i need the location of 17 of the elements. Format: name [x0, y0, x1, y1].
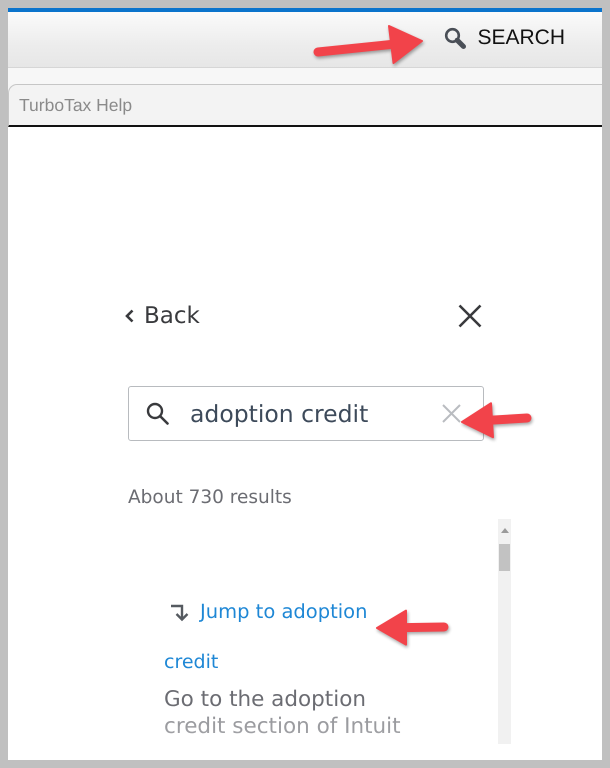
- result-count: About 730 results: [128, 487, 292, 509]
- search-field[interactable]: adoption credit: [128, 386, 484, 441]
- back-button[interactable]: Back: [125, 303, 200, 329]
- clear-icon[interactable]: [442, 404, 461, 423]
- scrollbar-track[interactable]: [498, 519, 511, 744]
- close-icon[interactable]: [458, 304, 482, 328]
- result-title-link[interactable]: credit: [164, 650, 218, 674]
- panel-title: TurboTax Help: [19, 94, 132, 116]
- scroll-up-icon[interactable]: [500, 528, 508, 533]
- search-button[interactable]: SEARCH: [441, 24, 568, 52]
- result-snippet: Go to the adoption credit section of Intuit: [164, 686, 402, 740]
- turn-down-arrow-icon: [170, 602, 190, 622]
- chevron-left-icon: [125, 309, 134, 323]
- jump-link[interactable]: Jump to adoption: [170, 600, 368, 624]
- search-icon: [444, 26, 466, 48]
- scrollbar-thumb[interactable]: [499, 544, 510, 571]
- search-icon: [146, 402, 169, 425]
